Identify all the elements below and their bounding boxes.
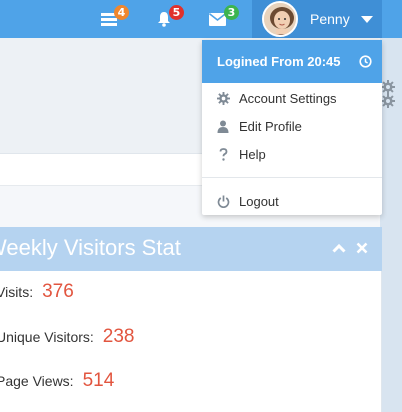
username: Penny [310, 11, 350, 27]
user-avatar[interactable] [262, 1, 298, 37]
widget-title: Weekly Visitors Stat [0, 235, 181, 260]
notifications-badge: 5 [169, 5, 184, 20]
menu-item-label: Help [239, 146, 266, 162]
question-icon [216, 147, 230, 161]
widget-header: Weekly Visitors Stat [0, 227, 382, 271]
menu-item-label: Logout [239, 193, 279, 209]
tasks-button[interactable]: 4 [92, 0, 129, 38]
user-icon [216, 119, 230, 133]
stat-label: Page Views: [0, 373, 74, 389]
messages-button[interactable]: 3 [200, 0, 239, 38]
menu-item-label: Edit Profile [239, 118, 302, 134]
visitors-stat-widget: Weekly Visitors Stat Visits: 376 Unique … [0, 227, 382, 412]
clock-icon [359, 55, 372, 68]
user-menu-toggle[interactable]: Penny [252, 0, 382, 38]
stat-value: 238 [102, 326, 135, 347]
menu-item-logout[interactable]: Logout [202, 188, 382, 214]
stat-page-views: Page Views: 514 [0, 370, 114, 392]
close-button[interactable] [353, 239, 371, 257]
top-navbar: 4 5 3 Penny [0, 0, 402, 38]
power-icon [216, 194, 230, 208]
messages-badge: 3 [224, 5, 239, 20]
close-icon [356, 242, 368, 254]
chevron-up-icon [332, 243, 346, 253]
menu-item-label: Account Settings [239, 90, 337, 106]
stat-unique-visitors: Unique Visitors: 238 [0, 326, 135, 348]
gear-icon [216, 91, 230, 105]
stat-visits: Visits: 376 [0, 281, 74, 303]
notifications-button[interactable]: 5 [147, 0, 184, 38]
menu-divider [202, 177, 382, 178]
login-info-header: Logined From 20:45 [202, 40, 382, 83]
menu-item-account-settings[interactable]: Account Settings [202, 85, 382, 111]
stat-label: Visits: [0, 284, 34, 300]
stat-value: 376 [42, 281, 74, 302]
user-dropdown-menu: Logined From 20:45 Account Settings Edit… [202, 40, 382, 215]
caret-down-icon [360, 15, 373, 23]
menu-item-edit-profile[interactable]: Edit Profile [202, 113, 382, 139]
envelope-icon [208, 12, 226, 26]
collapse-button[interactable] [330, 239, 348, 257]
tasks-badge: 4 [114, 5, 129, 20]
login-info-text: Logined From 20:45 [217, 54, 341, 69]
settings-gear-icon[interactable] [381, 80, 395, 113]
stat-label: Unique Visitors: [0, 329, 94, 345]
menu-item-help[interactable]: Help [202, 141, 382, 167]
stat-value: 514 [82, 370, 115, 391]
